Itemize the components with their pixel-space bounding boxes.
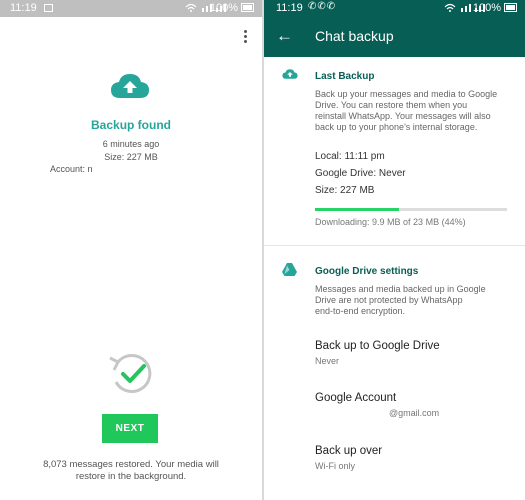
status-time: 11:19 (276, 2, 303, 14)
restore-status-line-2: restore in the background. (75, 471, 187, 482)
status-bar: 11:19 100% (0, 0, 262, 17)
download-progress-bar (315, 208, 507, 211)
section-divider (264, 245, 525, 246)
restore-screen: 11:19 100% Backup found 6 minutes ago Si… (0, 0, 262, 500)
setting-value: Wi-Fi only (315, 461, 355, 471)
description-line: back up to your phone's internal storage… (315, 122, 478, 132)
status-time: 11:19 (10, 2, 37, 14)
drive-settings-heading: Google Drive settings (315, 266, 419, 277)
cloud-upload-icon (111, 74, 149, 98)
back-arrow-icon[interactable]: ← (276, 27, 293, 45)
chat-backup-screen: 11:19 ✆✆✆ 100% ← Chat backup Last Backup… (264, 0, 525, 500)
restore-complete-icon (109, 354, 152, 393)
description-line: Messages and media backed up in Google (315, 284, 486, 294)
battery-percent: 100% (209, 2, 238, 14)
local-backup-time: Local: 11:11 pm (315, 151, 385, 162)
account-label: Account: n (50, 164, 93, 174)
last-backup-description: Back up your messages and media to Googl… (315, 89, 515, 133)
restore-status-message: 8,073 messages restored. Your media will… (0, 459, 262, 483)
cloud-upload-icon (282, 69, 298, 79)
backup-found-title: Backup found (91, 118, 171, 132)
download-status: Downloading: 9.9 MB of 23 MB (44%) (315, 217, 466, 227)
backup-size: Size: 227 MB (104, 152, 158, 162)
description-line: Drive. You can restore them when you (315, 100, 468, 110)
setting-title: Back up to Google Drive (315, 340, 440, 352)
description-line: end-to-end encryption. (315, 306, 406, 316)
setting-value: @gmail.com (389, 408, 440, 418)
download-progress-fill (315, 208, 400, 211)
backup-size: Size: 227 MB (315, 185, 375, 196)
battery-percent: 100% (472, 2, 501, 14)
setting-title: Google Account (315, 392, 397, 404)
google-drive-icon (282, 263, 297, 276)
battery-icon (241, 3, 254, 12)
description-line: Drive are not protected by WhatsApp (315, 295, 463, 305)
drive-settings-description: Messages and media backed up in Google D… (315, 284, 515, 317)
whatsapp-notification-icons: ✆✆✆ (308, 1, 337, 12)
restore-status-line-1: 8,073 messages restored. Your media will (43, 459, 219, 470)
status-bar: 11:19 ✆✆✆ 100% (264, 0, 525, 17)
setting-title: Back up over (315, 445, 383, 457)
google-drive-backup-time: Google Drive: Never (315, 168, 406, 179)
last-backup-heading: Last Backup (315, 71, 375, 82)
description-line: Back up your messages and media to Googl… (315, 89, 498, 99)
setting-value: Never (315, 356, 340, 366)
more-options-icon[interactable] (244, 30, 248, 45)
battery-icon (504, 3, 517, 12)
gallery-notification-icon (44, 4, 53, 12)
description-line: reinstall WhatsApp. Your messages will a… (315, 111, 491, 121)
app-bar: ← Chat backup (264, 17, 525, 57)
page-title: Chat backup (315, 28, 394, 44)
backup-age: 6 minutes ago (102, 139, 160, 149)
next-button[interactable]: NEXT (102, 414, 158, 443)
